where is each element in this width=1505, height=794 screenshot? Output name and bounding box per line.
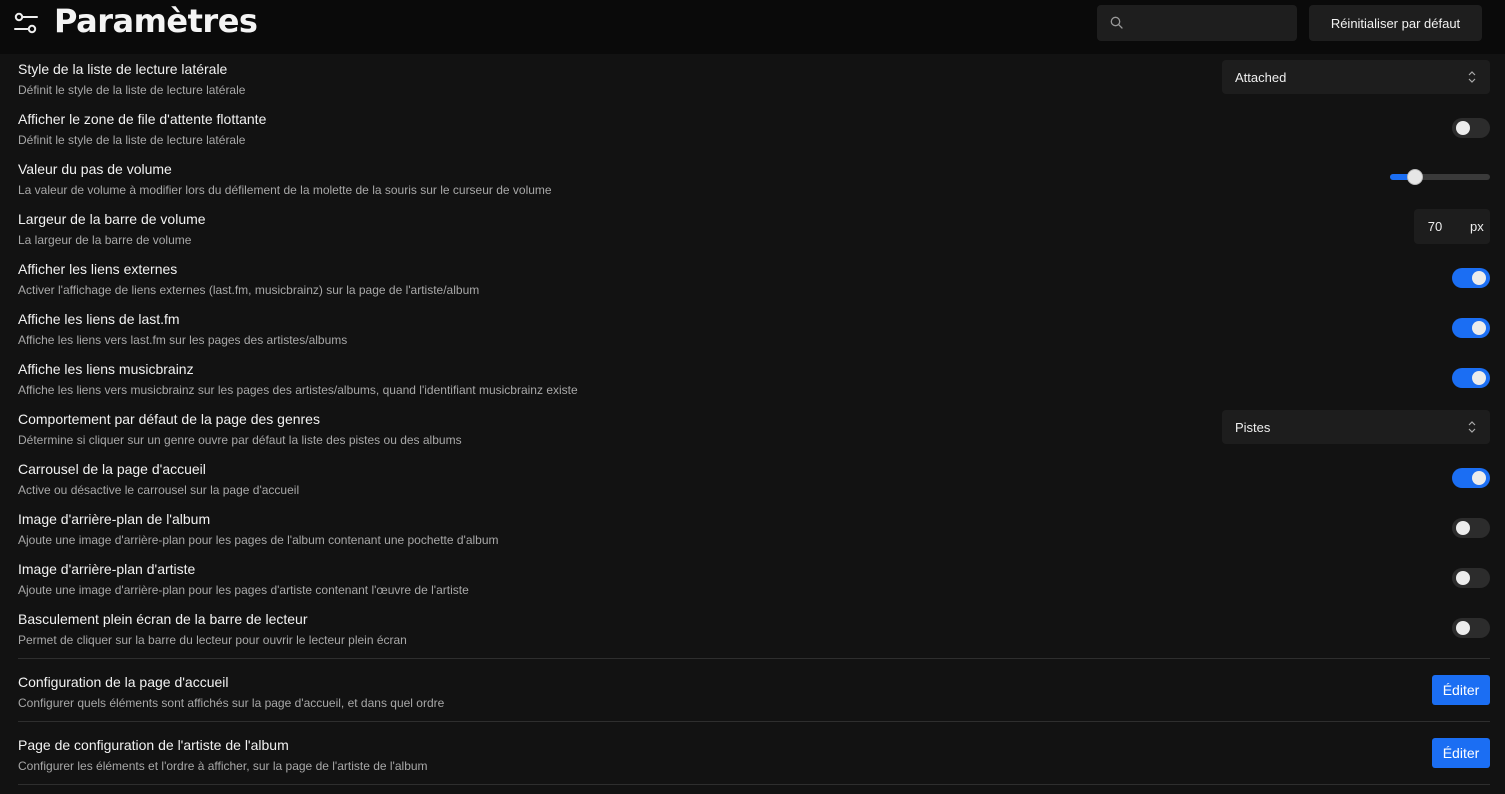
select-value: Attached xyxy=(1235,70,1287,85)
volume-bar-width-field[interactable]: px xyxy=(1414,209,1490,244)
setting-home-carousel: Carrousel de la page d'accueil Active ou… xyxy=(0,455,1505,505)
config-title: Page de configuration de l'artiste de l'… xyxy=(18,737,289,753)
config-description: Configurer les éléments et l'ordre à aff… xyxy=(18,759,428,773)
setting-description: Affiche les liens vers musicbrainz sur l… xyxy=(18,383,578,397)
chevron-updown-icon xyxy=(1468,421,1476,433)
volume-bar-width-input[interactable] xyxy=(1414,209,1456,244)
search-icon xyxy=(1110,16,1123,29)
external-links-toggle[interactable] xyxy=(1452,268,1490,288)
setting-title: Afficher les liens externes xyxy=(18,261,178,277)
setting-floating-queue: Afficher le zone de file d'attente flott… xyxy=(0,105,1505,155)
setting-volume-step: Valeur du pas de volume La valeur de vol… xyxy=(0,155,1505,205)
setting-title: Basculement plein écran de la barre de l… xyxy=(18,611,308,627)
toggle-knob xyxy=(1472,271,1486,285)
setting-title: Valeur du pas de volume xyxy=(18,161,172,177)
album-background-toggle[interactable] xyxy=(1452,518,1490,538)
chevron-updown-icon xyxy=(1468,71,1476,83)
setting-title: Carrousel de la page d'accueil xyxy=(18,461,206,477)
setting-title: Largeur de la barre de volume xyxy=(18,211,206,227)
setting-title: Affiche les liens musicbrainz xyxy=(18,361,194,377)
edit-home-config-button[interactable]: Éditer xyxy=(1432,675,1490,705)
home-carousel-toggle[interactable] xyxy=(1452,468,1490,488)
setting-title: Comportement par défaut de la page des g… xyxy=(18,411,320,427)
unit-label: px xyxy=(1470,219,1484,234)
player-bar-fullscreen-toggle[interactable] xyxy=(1452,618,1490,638)
config-description: Configurer quels éléments sont affichés … xyxy=(18,696,445,710)
toggle-knob xyxy=(1472,471,1486,485)
toggle-knob xyxy=(1472,371,1486,385)
setting-description: Permet de cliquer sur la barre du lecteu… xyxy=(18,633,407,647)
setting-description: Active ou désactive le carrousel sur la … xyxy=(18,483,300,497)
setting-description: Ajoute une image d'arrière-plan pour les… xyxy=(18,583,469,597)
divider xyxy=(18,721,1490,722)
setting-description: Définit le style de la liste de lecture … xyxy=(18,133,246,147)
setting-volume-bar-width: Largeur de la barre de volume La largeur… xyxy=(0,205,1505,255)
divider xyxy=(18,658,1490,659)
setting-title: Style de la liste de lecture latérale xyxy=(18,61,228,77)
setting-description: Ajoute une image d'arrière-plan pour les… xyxy=(18,533,499,547)
setting-description: Définit le style de la liste de lecture … xyxy=(18,83,246,97)
config-home-page: Configuration de la page d'accueil Confi… xyxy=(0,668,1505,718)
setting-artist-background: Image d'arrière-plan d'artiste Ajoute un… xyxy=(0,555,1505,605)
select-value: Pistes xyxy=(1235,420,1271,435)
setting-description: Activer l'affichage de liens externes (l… xyxy=(18,283,480,297)
setting-description: La largeur de la barre de volume xyxy=(18,233,192,247)
artist-background-toggle[interactable] xyxy=(1452,568,1490,588)
setting-musicbrainz-links: Affiche les liens musicbrainz Affiche le… xyxy=(0,355,1505,405)
divider xyxy=(18,784,1490,785)
setting-genre-page-behavior: Comportement par défaut de la page des g… xyxy=(0,405,1505,455)
volume-step-slider[interactable] xyxy=(1390,167,1490,187)
setting-title: Affiche les liens de last.fm xyxy=(18,311,180,327)
setting-description: Détermine si cliquer sur un genre ouvre … xyxy=(18,433,462,447)
sidebar-playlist-style-select[interactable]: Attached xyxy=(1222,60,1490,94)
setting-album-background: Image d'arrière-plan de l'album Ajoute u… xyxy=(0,505,1505,555)
genre-page-behavior-select[interactable]: Pistes xyxy=(1222,410,1490,444)
toggle-knob xyxy=(1456,621,1470,635)
search-box[interactable] xyxy=(1097,5,1297,41)
toggle-knob xyxy=(1472,321,1486,335)
toggle-knob xyxy=(1456,521,1470,535)
toggle-knob xyxy=(1456,121,1470,135)
search-input[interactable] xyxy=(1131,5,1291,41)
setting-external-links: Afficher les liens externes Activer l'af… xyxy=(0,255,1505,305)
config-album-artist-page: Page de configuration de l'artiste de l'… xyxy=(0,731,1505,781)
lastfm-links-toggle[interactable] xyxy=(1452,318,1490,338)
setting-lastfm-links: Affiche les liens de last.fm Affiche les… xyxy=(0,305,1505,355)
setting-description: Affiche les liens vers last.fm sur les p… xyxy=(18,333,348,347)
reset-defaults-button[interactable]: Réinitialiser par défaut xyxy=(1309,5,1482,41)
page-title: Paramètres xyxy=(54,2,258,40)
slider-thumb[interactable] xyxy=(1407,169,1423,185)
setting-sidebar-playlist-style: Style de la liste de lecture latérale Dé… xyxy=(0,55,1505,105)
setting-title: Afficher le zone de file d'attente flott… xyxy=(18,111,267,127)
edit-album-artist-config-button[interactable]: Éditer xyxy=(1432,738,1490,768)
setting-player-bar-fullscreen: Basculement plein écran de la barre de l… xyxy=(0,605,1505,655)
sliders-icon xyxy=(14,12,38,34)
setting-title: Image d'arrière-plan d'artiste xyxy=(18,561,196,577)
floating-queue-toggle[interactable] xyxy=(1452,118,1490,138)
setting-title: Image d'arrière-plan de l'album xyxy=(18,511,211,527)
setting-description: La valeur de volume à modifier lors du d… xyxy=(18,183,552,197)
header-bar: Paramètres Réinitialiser par défaut xyxy=(0,0,1505,54)
toggle-knob xyxy=(1456,571,1470,585)
musicbrainz-links-toggle[interactable] xyxy=(1452,368,1490,388)
config-title: Configuration de la page d'accueil xyxy=(18,674,229,690)
